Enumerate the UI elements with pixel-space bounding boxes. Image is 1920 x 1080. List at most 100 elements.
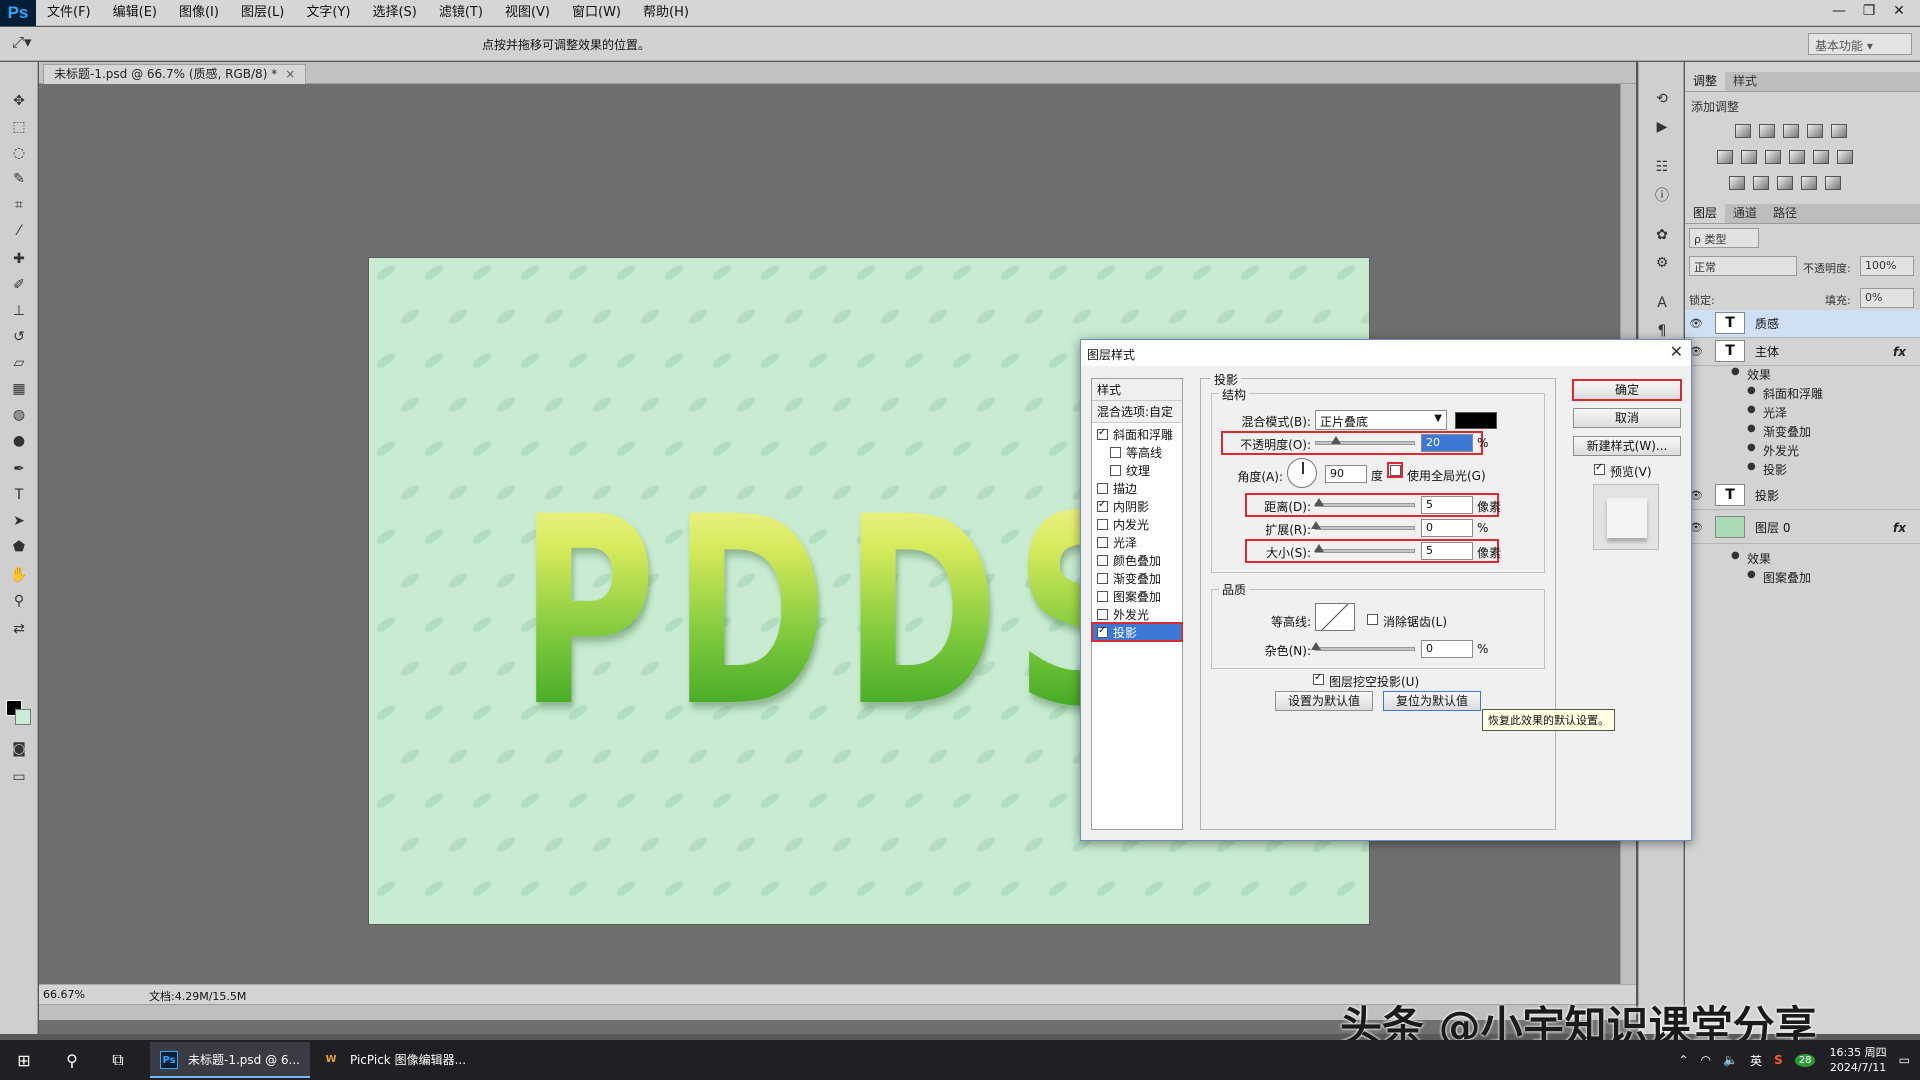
angle-dial[interactable] [1287,458,1317,488]
type-tool-icon[interactable]: T [7,484,31,506]
network-icon[interactable]: ◠ [1701,1053,1711,1067]
layer-row-texture[interactable]: 👁 T 质感 [1685,310,1920,338]
stamp-tool-icon[interactable]: ⊥ [7,300,31,322]
selective-color-icon[interactable] [1801,176,1817,190]
minimize-button[interactable]: — [1824,0,1854,22]
channel-mixer-icon[interactable] [1813,150,1829,164]
style-item[interactable]: 描边 [1092,479,1182,497]
cancel-button[interactable]: 取消 [1573,408,1681,428]
spread-input[interactable]: 0 [1421,519,1473,537]
menu-file[interactable]: 文件(F) [36,0,102,26]
eraser-tool-icon[interactable]: ▱ [7,352,31,374]
invert-icon[interactable] [1729,176,1745,190]
marquee-tool-icon[interactable]: ⬚ [7,116,31,138]
menu-edit[interactable]: 编辑(E) [102,0,168,26]
style-checkbox[interactable] [1097,572,1108,584]
slider-thumb[interactable] [1311,642,1321,650]
contour-picker[interactable] [1315,603,1355,631]
styles-header[interactable]: 样式 [1092,379,1182,401]
zoom-readout[interactable]: 66.67% [43,988,85,1001]
fill-input[interactable]: 0% [1860,288,1914,308]
visibility-eye-icon[interactable]: ● [1747,442,1756,453]
style-item[interactable]: 等高线 [1092,443,1182,461]
character-icon[interactable]: A [1651,292,1673,314]
quick-mask-icon[interactable]: ◙ [7,738,31,760]
style-checkbox[interactable] [1097,499,1108,512]
search-icon[interactable]: ⚲ [60,1048,84,1072]
layer-row-body[interactable]: 👁 T 主体 fx [1685,338,1920,366]
slider-thumb[interactable] [1331,436,1341,444]
opacity-slider[interactable] [1315,436,1415,445]
effect-row[interactable]: ● 投影 [1685,461,1920,480]
security-badge-icon[interactable]: 28 [1794,1053,1816,1067]
close-window-button[interactable]: ✕ [1884,0,1914,22]
document-tab[interactable]: 未标题-1.psd @ 66.7% (质感, RGB/8) * × [43,64,307,84]
brightness-icon[interactable] [1735,124,1751,138]
style-checkbox[interactable] [1097,625,1108,638]
taskbar-app-photoshop[interactable]: Ps 未标题-1.psd @ 6... [150,1042,310,1078]
screen-mode-icon[interactable]: ▭ [7,766,31,788]
visibility-eye-icon[interactable]: ● [1731,366,1740,377]
visibility-eye-icon[interactable]: ● [1747,423,1756,434]
clone-source-icon[interactable]: ⚙ [1651,252,1673,274]
layer-blend-select[interactable]: 正常 [1689,256,1797,276]
opacity-input[interactable]: 20 [1421,434,1473,452]
layer-row-shadow[interactable]: 👁 T 投影 [1685,482,1920,510]
menu-help[interactable]: 帮助(H) [632,0,700,26]
windows-start-icon[interactable]: ⊞ [12,1048,36,1072]
info-icon[interactable]: ⓘ [1651,184,1673,206]
close-tab-icon[interactable]: × [285,67,295,81]
style-item[interactable]: 斜面和浮雕 [1092,425,1182,443]
tab-adjustments[interactable]: 调整 [1685,72,1726,91]
style-item[interactable]: 光泽 [1092,533,1182,551]
menu-image[interactable]: 图像(I) [168,0,230,26]
tray-chevron-up-icon[interactable]: ⌃ [1679,1053,1689,1067]
curves-icon[interactable] [1783,124,1799,138]
menu-window[interactable]: 窗口(W) [561,0,632,26]
reset-default-button[interactable]: 复位为默认值 [1383,691,1481,711]
style-checkbox[interactable] [1097,536,1108,548]
visibility-eye-icon[interactable]: ● [1747,569,1756,580]
angle-input[interactable]: 90 [1325,465,1367,483]
gradient-map-icon[interactable] [1825,176,1841,190]
threshold-icon[interactable] [1777,176,1793,190]
brush-tool-icon[interactable]: ✐ [7,274,31,296]
black-white-icon[interactable] [1765,150,1781,164]
pen-tool-icon[interactable]: ✒ [7,458,31,480]
workspace-select[interactable]: 基本功能 ▾ [1808,33,1912,55]
ok-button[interactable]: 确定 [1572,379,1682,401]
blend-mode-select[interactable]: 正片叠底 ▼ [1315,410,1447,430]
visibility-eye-icon[interactable]: ● [1731,550,1740,561]
effect-row[interactable]: ● 渐变叠加 [1685,423,1920,442]
style-checkbox[interactable] [1097,590,1108,602]
visibility-eye-icon[interactable]: 👁 [1689,317,1703,330]
style-item[interactable]: 投影 [1091,622,1183,642]
dodge-tool-icon[interactable]: ● [7,430,31,452]
actions-play-icon[interactable]: ▶ [1651,116,1673,138]
exposure-icon[interactable] [1807,124,1823,138]
shadow-color-swatch[interactable] [1455,412,1497,429]
notifications-icon[interactable]: ▭ [1899,1053,1910,1067]
effects-group[interactable]: ● 效果 [1685,366,1920,385]
layer-opacity-input[interactable]: 100% [1860,256,1914,276]
path-select-tool-icon[interactable]: ➤ [7,510,31,532]
move-tool-icon[interactable]: ⤢▾ [12,33,32,51]
new-style-button[interactable]: 新建样式(W)... [1573,436,1681,456]
background-color-swatch[interactable] [15,709,31,725]
healing-brush-icon[interactable]: ✚ [7,248,31,270]
effect-row[interactable]: ● 图案叠加 [1685,569,1920,588]
global-light-checkbox[interactable] [1390,465,1401,476]
dialog-close-icon[interactable]: ✕ [1670,342,1683,361]
preview-checkbox[interactable] [1594,462,1605,475]
style-item[interactable]: 渐变叠加 [1092,569,1182,587]
effect-row[interactable]: ● 斜面和浮雕 [1685,385,1920,404]
effects-group[interactable]: ● 效果 [1685,550,1920,569]
vibrance-icon[interactable] [1831,124,1847,138]
style-item[interactable]: 内阴影 [1092,497,1182,515]
restore-button[interactable]: ❐ [1854,0,1884,22]
distance-input[interactable]: 5 [1421,496,1473,514]
posterize-icon[interactable] [1753,176,1769,190]
task-view-icon[interactable]: ⧉ [106,1048,130,1072]
sogou-icon[interactable]: S [1774,1053,1783,1067]
style-checkbox[interactable] [1110,446,1121,458]
